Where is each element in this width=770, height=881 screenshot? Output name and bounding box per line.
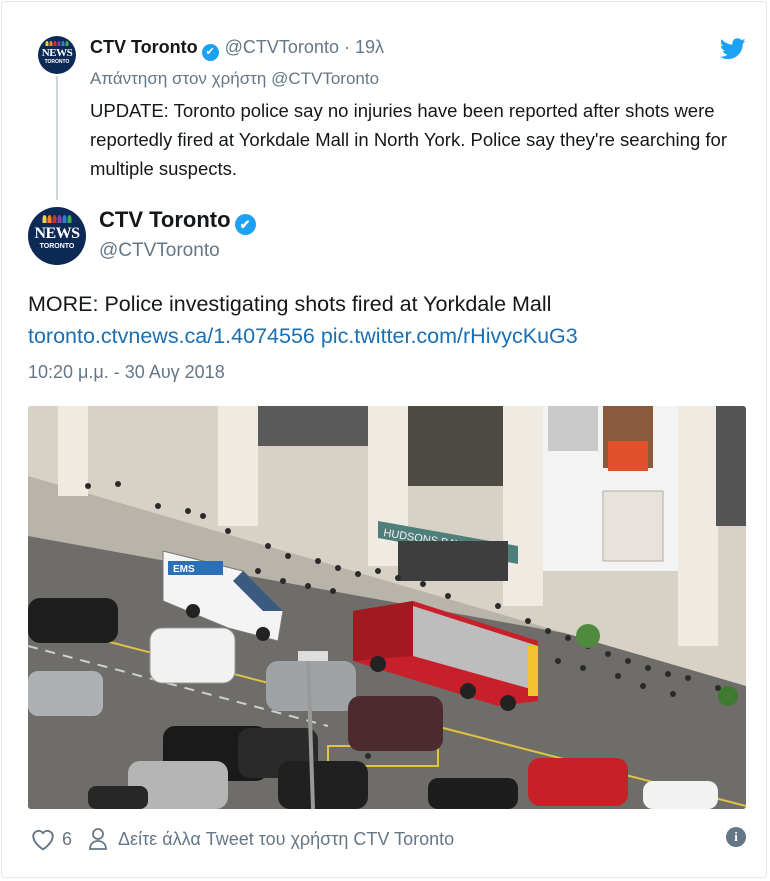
pic-link[interactable]: pic.twitter.com/rHivycKuG3 [321, 324, 578, 348]
article-link[interactable]: toronto.ctvnews.ca/1.4074556 [28, 324, 315, 348]
reply-header: CTV Toronto ✔ @CTVToronto · 19λ [90, 37, 384, 61]
tweet-timestamp[interactable]: 10:20 μ.μ. - 30 Αυγ 2018 [28, 362, 225, 383]
mall-aerial-photo: HUDSONS BAY EMS [28, 406, 746, 809]
separator-dot: · [343, 37, 350, 57]
ctv-peacock-logo [42, 215, 72, 223]
reply-author-handle[interactable]: @CTVToronto [225, 37, 339, 57]
verified-badge-icon: ✔ [234, 214, 256, 235]
tweet-photo[interactable]: HUDSONS BAY EMS [28, 406, 746, 809]
person-icon [89, 828, 107, 850]
main-author-handle[interactable]: @CTVToronto [99, 240, 220, 262]
reply-tweet-text: UPDATE: Toronto police say no injuries h… [90, 100, 727, 179]
heart-icon[interactable] [30, 827, 56, 851]
main-tweet-text: MORE: Police investigating shots fired a… [28, 292, 578, 348]
reply-author-name[interactable]: CTV Toronto [90, 37, 198, 57]
embedded-tweet-card: NEWS TORONTO CTV Toronto ✔ @CTVToronto · 1… [1, 1, 767, 878]
info-icon[interactable]: i [726, 827, 746, 847]
reply-time[interactable]: 19λ [355, 37, 384, 57]
thread-line [56, 76, 58, 200]
twitter-bird-icon[interactable] [720, 38, 746, 60]
main-avatar[interactable]: NEWS TORONTO [28, 207, 86, 265]
main-author-name[interactable]: CTV Toronto ✔ [99, 207, 262, 235]
reply-avatar[interactable]: NEWS TORONTO [38, 36, 76, 74]
replying-to-label[interactable]: Απάντηση στον χρήστη @CTVToronto [90, 69, 379, 89]
like-count[interactable]: 6 [62, 829, 72, 850]
ctv-peacock-logo [45, 41, 69, 46]
tweet-footer: 6 Δείτε άλλα Tweet του χρήστη CTV Toront… [30, 824, 454, 854]
verified-badge-icon: ✔ [201, 44, 219, 61]
see-more-tweets-link[interactable]: Δείτε άλλα Tweet του χρήστη CTV Toronto [118, 829, 454, 850]
svg-text:EMS: EMS [173, 564, 195, 575]
